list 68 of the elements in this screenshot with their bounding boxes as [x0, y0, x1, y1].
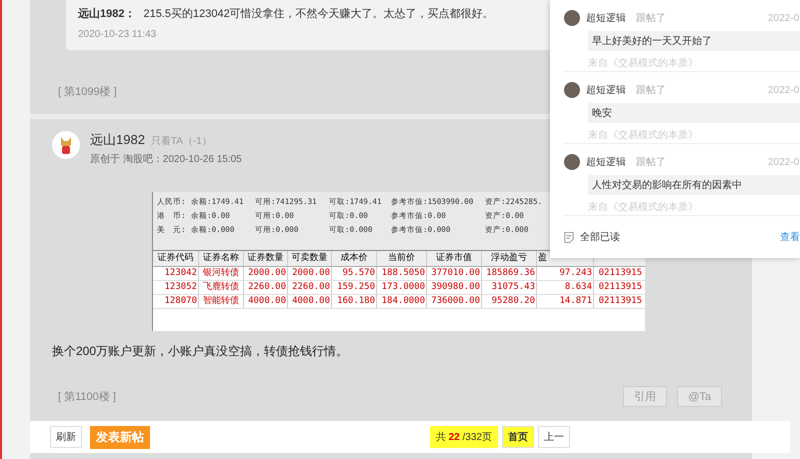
table-cell-text: 02113915	[598, 295, 643, 308]
column-header: 成本价	[332, 251, 377, 266]
table-cell: 184.0000	[377, 295, 427, 308]
table-cell: 377010.00	[427, 267, 482, 280]
table-cell: 飞鹿转债	[199, 281, 244, 294]
floor-number: [ 第1099楼 ]	[58, 85, 117, 100]
avatar-icon[interactable]	[52, 131, 80, 159]
notification-time: 2022-0	[768, 12, 800, 24]
avatar-icon[interactable]	[564, 82, 580, 98]
table-cell: 188.5050	[377, 267, 427, 280]
table-cell: 185869.36	[482, 267, 537, 280]
table-cell: 128070	[153, 295, 199, 308]
refresh-button[interactable]: 刷新	[50, 426, 82, 448]
post-author[interactable]: 远山1982	[90, 132, 145, 147]
notification-message[interactable]: 晚安	[588, 103, 800, 123]
mark-all-read-link[interactable]: 全部已读	[580, 230, 620, 244]
table-cell: 4000.00	[244, 295, 288, 308]
avatar-icon[interactable]	[564, 10, 580, 26]
table-cell: 95.570	[332, 267, 377, 280]
table-cell: 8.634	[537, 281, 594, 294]
notification-action: 跟帖了	[636, 156, 666, 169]
notification-user[interactable]: 超短逻辑	[586, 155, 626, 169]
table-cell: 173.0000	[377, 281, 427, 294]
notification-message[interactable]: 早上好美好的一天又开始了	[588, 31, 800, 51]
table-cell: 97.243	[537, 267, 594, 280]
column-header: 当前价	[377, 251, 427, 266]
table-cell: 2260.00	[288, 281, 332, 294]
document-check-icon[interactable]	[564, 230, 574, 244]
post-text: 换个200万账户更新，小账户真没空搞，转债抢钱行情。	[52, 343, 350, 360]
column-header: 证券市值	[427, 251, 482, 266]
table-cell: 31075.43	[482, 281, 537, 294]
column-header: 证券名称	[199, 251, 244, 266]
notification-user[interactable]: 超短逻辑	[586, 11, 626, 25]
table-cell: 2000.00	[244, 267, 288, 280]
notification-user[interactable]: 超短逻辑	[586, 83, 626, 97]
table-cell: 159.250	[332, 281, 377, 294]
table-cell: 智能转债	[199, 295, 244, 308]
column-header: 证券代码	[153, 251, 199, 266]
column-header: 证券数量	[244, 251, 288, 266]
table-cell: 银河转债	[199, 267, 244, 280]
reply-time: 2020-10-23 11:43	[78, 29, 158, 40]
table-cell: 123042	[153, 267, 199, 280]
column-header: 浮动盈亏	[482, 251, 537, 266]
table-cell: 14.871	[537, 295, 594, 308]
notification-time: 2022-0	[768, 156, 800, 168]
page-info: 共 22 /332页	[430, 426, 498, 448]
table-cell: 123052	[153, 281, 199, 294]
notification-message[interactable]: 人性对交易的影响在所有的因素中	[588, 175, 800, 195]
column-header: 可卖数量	[288, 251, 332, 266]
table-cell: 160.180	[332, 295, 377, 308]
table-cell: 4000.00	[288, 295, 332, 308]
table-cell: 2000.00	[288, 267, 332, 280]
table-cell-text: 02113915	[598, 281, 643, 294]
table-cell: 736000.00	[427, 295, 482, 308]
floor-number: [ 第1100楼 ]	[58, 390, 116, 404]
avatar-icon[interactable]	[564, 154, 580, 170]
post-meta: 原创于 淘股吧：2020-10-26 15:05	[90, 153, 242, 166]
notification-action: 跟帖了	[636, 84, 666, 97]
reply-text: 215.5买的123042可惜没拿住，不然今天赚大了。太怂了，买点都很好。	[143, 8, 494, 20]
table-cell: 2260.00	[244, 281, 288, 294]
notification-action: 跟帖了	[636, 12, 666, 25]
first-page-button[interactable]: 首页	[502, 426, 534, 448]
table-cell: 95280.20	[482, 295, 537, 308]
reply-author[interactable]: 远山1982：	[78, 8, 136, 20]
notification-time: 2022-0	[768, 84, 800, 96]
table-cell-text: 02113915	[598, 267, 643, 280]
previous-page-button[interactable]: 上一	[538, 426, 570, 448]
table-cell: 390980.00	[427, 281, 482, 294]
